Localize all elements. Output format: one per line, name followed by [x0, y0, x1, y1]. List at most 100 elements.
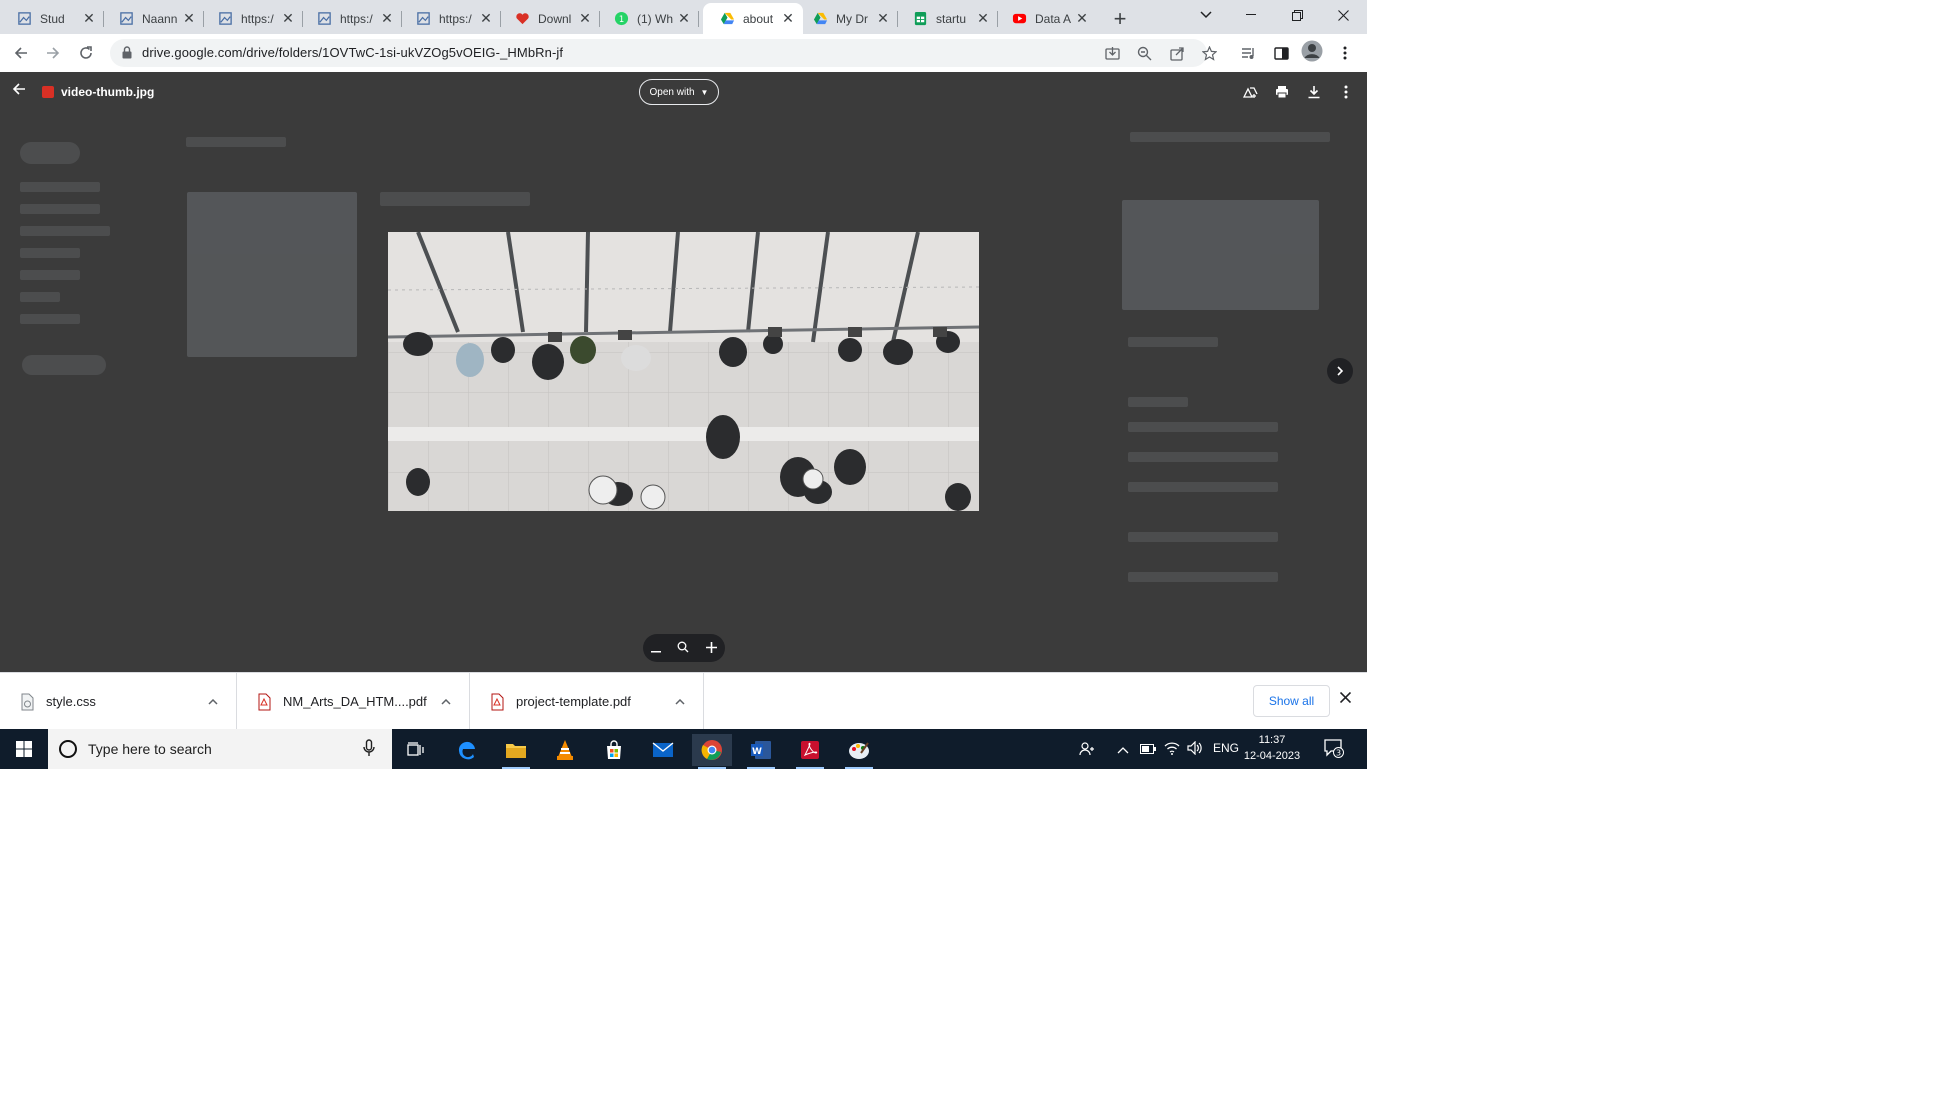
restore-button[interactable]: [1274, 0, 1320, 30]
more-menu-icon[interactable]: [1334, 42, 1356, 64]
tab-close-icon[interactable]: ✕: [976, 10, 990, 27]
image-doc-icon: [18, 12, 31, 25]
download-file-name: project-template.pdf: [516, 694, 631, 709]
browser-tab[interactable]: 1 (1) Wh ✕: [597, 3, 699, 34]
tab-close-icon[interactable]: ✕: [281, 10, 295, 27]
minimize-button[interactable]: [1228, 0, 1274, 30]
browser-tab[interactable]: https:/ ✕: [300, 3, 402, 34]
notification-center-icon[interactable]: 3: [1324, 738, 1344, 761]
install-app-icon[interactable]: [1101, 42, 1123, 64]
browser-tab[interactable]: https:/ ✕: [399, 3, 501, 34]
tab-title: https:/: [439, 11, 472, 26]
side-panel-icon[interactable]: [1270, 42, 1292, 64]
tab-title: Data A: [1035, 11, 1072, 26]
download-file-name: NM_Arts_DA_HTM....pdf: [283, 694, 427, 709]
tab-close-icon[interactable]: ✕: [380, 10, 394, 27]
avatar[interactable]: [1301, 40, 1323, 62]
paint-icon[interactable]: [839, 734, 879, 769]
reload-button[interactable]: [73, 40, 99, 66]
browser-tab[interactable]: Data A ✕: [995, 3, 1097, 34]
next-file-button[interactable]: [1327, 358, 1353, 384]
tab-title: Stud: [40, 11, 65, 26]
tab-close-icon[interactable]: ✕: [479, 10, 493, 27]
back-button[interactable]: [8, 40, 34, 66]
tab-close-icon[interactable]: ✕: [876, 10, 890, 27]
tab-close-icon[interactable]: ✕: [1075, 10, 1089, 27]
tab-close-icon[interactable]: ✕: [578, 10, 592, 27]
download-item[interactable]: NM_Arts_DA_HTM....pdf: [237, 673, 470, 730]
close-download-bar-button[interactable]: [1339, 687, 1352, 708]
share-icon[interactable]: [1166, 42, 1188, 64]
open-with-button[interactable]: Open with ▼: [639, 79, 719, 105]
taskbar-search-box[interactable]: Type here to search: [48, 729, 392, 769]
task-view-icon[interactable]: [396, 734, 436, 766]
word-icon[interactable]: W: [741, 734, 781, 769]
tab-search-chevron-icon[interactable]: [1183, 0, 1229, 30]
browser-tab-strip: Stud ✕ Naann ✕ https:/ ✕ https:/ ✕ https…: [0, 0, 1367, 34]
mail-icon[interactable]: [643, 734, 683, 766]
zoom-out-button[interactable]: [651, 640, 662, 656]
start-button[interactable]: [0, 729, 47, 769]
tab-close-icon[interactable]: ✕: [781, 10, 795, 27]
download-icon[interactable]: [1305, 83, 1323, 101]
show-hidden-icons-chevron-icon[interactable]: [1117, 743, 1129, 757]
more-actions-icon[interactable]: [1337, 83, 1355, 101]
image-doc-icon: [318, 12, 331, 25]
chevron-up-icon[interactable]: [675, 696, 685, 708]
browser-tab[interactable]: Downl ✕: [498, 3, 600, 34]
show-all-downloads-button[interactable]: Show all: [1253, 685, 1330, 717]
image-doc-icon: [417, 12, 430, 25]
new-tab-button[interactable]: +: [1109, 6, 1131, 32]
add-shortcut-icon[interactable]: [1241, 83, 1259, 101]
viewer-header: video-thumb.jpg Open with ▼: [0, 72, 1367, 112]
browser-tab[interactable]: startu ✕: [896, 3, 998, 34]
notification-count: 3: [1336, 749, 1341, 758]
download-item[interactable]: project-template.pdf: [470, 673, 704, 730]
bookmark-star-icon[interactable]: [1198, 42, 1220, 64]
file-explorer-icon[interactable]: [496, 734, 536, 769]
browser-tab[interactable]: Naann ✕: [102, 3, 204, 34]
media-control-icon[interactable]: [1237, 42, 1259, 64]
clock[interactable]: 11:37 12-04-2023: [1240, 732, 1304, 764]
google-drive-icon: [720, 12, 735, 25]
acrobat-icon[interactable]: [790, 734, 830, 769]
browser-tab[interactable]: https:/ ✕: [201, 3, 303, 34]
address-bar[interactable]: drive.google.com/drive/folders/1OVTwC-1s…: [110, 39, 1207, 67]
screen: Stud ✕ Naann ✕ https:/ ✕ https:/ ✕ https…: [0, 0, 1367, 769]
svg-text:1: 1: [619, 14, 624, 24]
tab-close-icon[interactable]: ✕: [82, 10, 96, 27]
volume-icon[interactable]: [1187, 740, 1203, 758]
search-placeholder: Type here to search: [88, 741, 212, 757]
print-icon[interactable]: [1273, 83, 1291, 101]
microsoft-store-icon[interactable]: [594, 734, 634, 766]
close-window-button[interactable]: [1320, 0, 1366, 30]
battery-icon[interactable]: [1140, 743, 1156, 757]
vlc-icon[interactable]: [545, 734, 585, 766]
chrome-icon[interactable]: [692, 734, 732, 769]
zoom-out-icon[interactable]: [1133, 42, 1155, 64]
wifi-icon[interactable]: [1164, 741, 1180, 758]
tab-close-icon[interactable]: ✕: [182, 10, 196, 27]
download-file-name: style.css: [46, 694, 96, 709]
tab-title: Naann: [142, 11, 178, 26]
language-indicator[interactable]: ENG: [1213, 741, 1239, 755]
microphone-icon[interactable]: [363, 739, 375, 757]
tab-title: about: [743, 11, 774, 26]
zoom-magnifier-icon[interactable]: [677, 640, 689, 656]
forward-button[interactable]: [40, 40, 66, 66]
chevron-up-icon[interactable]: [208, 696, 218, 708]
browser-tab[interactable]: My Dr ✕: [796, 3, 898, 34]
youtube-icon: [1012, 13, 1027, 24]
chevron-up-icon[interactable]: [441, 696, 451, 708]
browser-tab[interactable]: Stud ✕: [0, 3, 104, 34]
whatsapp-icon: 1: [614, 11, 629, 26]
tab-close-icon[interactable]: ✕: [677, 10, 691, 27]
browser-tab-active[interactable]: about ✕: [703, 3, 803, 34]
download-item[interactable]: style.css: [0, 673, 237, 730]
people-icon[interactable]: [1079, 741, 1095, 760]
close-viewer-button[interactable]: [12, 82, 26, 101]
zoom-in-button[interactable]: [705, 640, 717, 656]
image-viewer: video-thumb.jpg Open with ▼: [0, 72, 1367, 672]
edge-icon[interactable]: [447, 734, 487, 766]
svg-text:W: W: [752, 747, 762, 757]
